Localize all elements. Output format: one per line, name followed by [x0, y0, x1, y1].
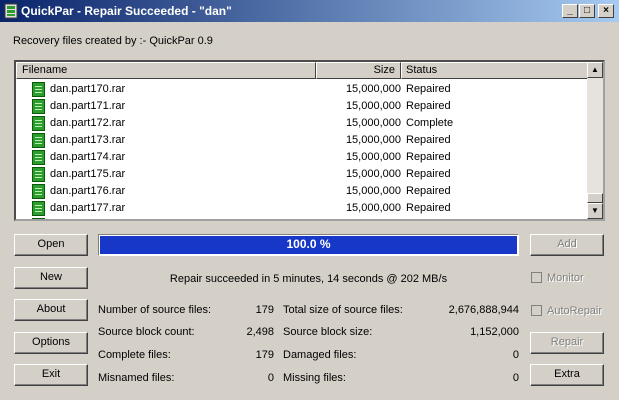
exit-button[interactable]: Exit [14, 364, 88, 386]
scroll-thumb[interactable] [587, 193, 603, 203]
row-size: 15,000,000 [345, 185, 401, 197]
rar-file-icon [32, 150, 45, 165]
table-row[interactable]: dan.part177.rar 15,000,000 Repaired [16, 200, 589, 217]
row-size: 15,000,000 [345, 168, 401, 180]
row-status: Repaired [406, 83, 451, 95]
complete-files-label: Complete files: [98, 349, 171, 361]
row-status: Repaired [406, 100, 451, 112]
row-status: Repaired [406, 151, 451, 163]
row-size: 15,000,000 [345, 100, 401, 112]
rar-file-icon [32, 82, 45, 97]
new-button[interactable]: New [14, 267, 88, 289]
window-title: QuickPar - Repair Succeeded - "dan" [21, 4, 232, 18]
row-status: Repaired [406, 134, 451, 146]
row-status: Complete [406, 117, 454, 129]
row-status: Repaired [406, 185, 451, 197]
status-message: Repair succeeded in 5 minutes, 14 second… [169, 273, 448, 285]
row-size: 15,000,000 [345, 134, 401, 146]
block-size-label: Source block size: [283, 326, 373, 338]
title-bar[interactable]: QuickPar - Repair Succeeded - "dan" _ □ … [0, 0, 619, 22]
recovery-info-label: Recovery files created by :- QuickPar 0.… [13, 35, 213, 47]
column-header-status[interactable]: Status [401, 62, 591, 79]
file-list[interactable]: Filename Size Status dan.part170.rar 15,0… [14, 60, 605, 221]
monitor-checkbox-label: Monitor [547, 272, 584, 284]
rar-file-icon [32, 184, 45, 199]
row-filename: dan.part176.rar [50, 185, 126, 197]
rar-file-icon [32, 167, 45, 182]
table-row[interactable]: dan.part176.rar 15,000,000 Repaired [16, 183, 589, 200]
block-size-value: 1,152,000 [470, 326, 519, 338]
table-row[interactable]: dan.part173.rar 15,000,000 Repaired [16, 132, 589, 149]
vertical-scrollbar[interactable]: ▲ ▼ [587, 62, 603, 219]
row-size: 15,000,000 [345, 202, 401, 214]
scroll-up-arrow-icon[interactable]: ▲ [587, 62, 603, 78]
total-size-label: Total size of source files: [283, 304, 403, 316]
missing-files-label: Missing files: [283, 372, 346, 384]
repair-button[interactable]: Repair [530, 332, 604, 354]
row-filename: dan.part172.rar [50, 117, 126, 129]
monitor-checkbox[interactable]: Monitor [531, 272, 584, 284]
rar-file-icon [32, 116, 45, 131]
row-status: Repaired [406, 202, 451, 214]
options-button[interactable]: Options [14, 332, 88, 354]
row-filename: dan.part171.rar [50, 100, 126, 112]
rar-file-icon [32, 99, 45, 114]
table-row[interactable]: dan.part170.rar 15,000,000 Repaired [16, 81, 589, 98]
progress-label: 100.0 % [286, 237, 331, 251]
block-count-value: 2,498 [246, 326, 274, 338]
complete-files-value: 179 [255, 349, 274, 361]
open-button[interactable]: Open [14, 234, 88, 256]
close-button[interactable]: × [598, 4, 614, 18]
monitor-checkbox-box[interactable] [531, 272, 542, 283]
row-size: 15,000,000 [345, 83, 401, 95]
rar-file-icon [32, 133, 45, 148]
quickpar-app-icon [4, 3, 18, 19]
row-filename: dan.part177.rar [50, 202, 126, 214]
rar-file-icon [32, 201, 45, 216]
table-row[interactable]: dan.part175.rar 15,000,000 Repaired [16, 166, 589, 183]
add-button[interactable]: Add [530, 234, 604, 256]
damaged-files-value: 0 [512, 349, 519, 361]
row-size: 15,000,000 [345, 151, 401, 163]
table-row[interactable]: dan.part172.rar 15,000,000 Complete [16, 115, 589, 132]
source-files-value: 179 [255, 304, 274, 316]
extra-button[interactable]: Extra [530, 364, 604, 386]
maximize-button[interactable]: □ [579, 4, 595, 18]
damaged-files-label: Damaged files: [283, 349, 357, 361]
column-header-size[interactable]: Size [316, 62, 401, 79]
total-size-value: 2,676,888,944 [448, 304, 519, 316]
row-size: 15,000,000 [345, 117, 401, 129]
autorepair-checkbox-box[interactable] [531, 305, 542, 316]
table-row[interactable]: dan.part171.rar 15,000,000 Repaired [16, 98, 589, 115]
rar-file-icon [32, 218, 45, 219]
row-filename: dan.part174.rar [50, 151, 126, 163]
minimize-button[interactable]: _ [562, 4, 578, 18]
row-filename: dan.part175.rar [50, 168, 126, 180]
autorepair-checkbox[interactable]: AutoRepair [531, 305, 602, 317]
row-filename: dan.part173.rar [50, 134, 126, 146]
block-count-label: Source block count: [98, 326, 195, 338]
misnamed-files-value: 0 [267, 372, 274, 384]
row-filename: dan.part170.rar [50, 83, 126, 95]
progress-bar: 100.0 % [98, 234, 519, 256]
autorepair-checkbox-label: AutoRepair [547, 305, 603, 317]
about-button[interactable]: About [14, 299, 88, 321]
missing-files-value: 0 [512, 372, 519, 384]
misnamed-files-label: Misnamed files: [98, 372, 175, 384]
source-files-label: Number of source files: [98, 304, 212, 316]
row-status: Repaired [406, 168, 451, 180]
table-row[interactable]: dan.part174.rar 15,000,000 Repaired [16, 149, 589, 166]
scroll-down-arrow-icon[interactable]: ▼ [587, 203, 603, 219]
column-header-filename[interactable]: Filename [16, 62, 316, 79]
